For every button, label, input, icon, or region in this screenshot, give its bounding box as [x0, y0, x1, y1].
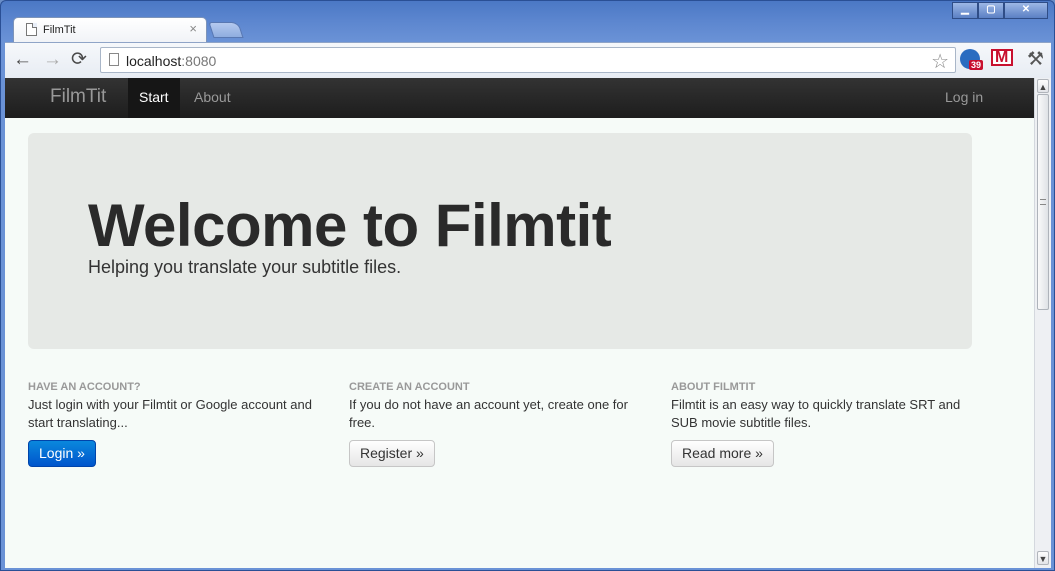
tab-close-icon[interactable]: × — [189, 22, 197, 36]
scroll-down-arrow-icon[interactable]: ▼ — [1037, 551, 1049, 565]
address-bar[interactable]: localhost:8080 ☆ — [100, 47, 956, 73]
maximize-button[interactable]: ▢ — [978, 2, 1004, 19]
url-host: localhost — [126, 53, 182, 69]
site-navbar: FilmTit Start About Log in — [5, 78, 1034, 118]
nav-link-about[interactable]: About — [183, 78, 242, 118]
scrollbar-grip-icon — [1040, 199, 1046, 205]
column-about-filmtit: ABOUT FILMTIT Filmtit is an easy way to … — [671, 381, 971, 467]
url-text[interactable]: localhost:8080 — [126, 53, 216, 69]
page-icon — [109, 53, 119, 66]
browser-window: FilmTit × ▁ ▢ ✕ ← → ⟳ localhost:8080 ☆ 3… — [0, 0, 1055, 571]
scrollbar-thumb[interactable] — [1037, 94, 1049, 310]
forward-arrow-icon[interactable]: → — [43, 50, 62, 70]
gmail-icon[interactable] — [991, 49, 1013, 67]
new-tab-button[interactable] — [208, 22, 244, 38]
bookmark-star-icon[interactable]: ☆ — [931, 49, 949, 74]
url-port: :8080 — [181, 53, 217, 69]
browser-toolbar: ← → ⟳ localhost:8080 ☆ 39 ⚒ — [5, 42, 1051, 78]
page-viewport: FilmTit Start About Log in Welcome to Fi… — [5, 78, 1051, 568]
extension-badge-count: 39 — [969, 60, 984, 70]
column-heading: ABOUT FILMTIT — [671, 381, 756, 393]
column-heading: HAVE AN ACCOUNT? — [28, 381, 141, 393]
login-button[interactable]: Login » — [28, 440, 96, 467]
column-text: Filmtit is an easy way to quickly transl… — [671, 397, 961, 430]
read-more-button[interactable]: Read more » — [671, 440, 774, 467]
hero-unit: Welcome to Filmtit Helping you translate… — [28, 133, 972, 349]
window-controls: ▁ ▢ ✕ — [952, 2, 1048, 19]
back-arrow-icon[interactable]: ← — [13, 50, 32, 70]
reload-icon[interactable]: ⟳ — [71, 50, 87, 70]
column-create-account: CREATE AN ACCOUNT If you do not have an … — [349, 381, 649, 467]
register-button[interactable]: Register » — [349, 440, 435, 467]
page-icon — [26, 23, 37, 36]
column-text: Just login with your Filmtit or Google a… — [28, 397, 312, 430]
column-have-account: HAVE AN ACCOUNT? Just login with your Fi… — [28, 381, 328, 467]
nav-login-link[interactable]: Log in — [934, 78, 994, 118]
hero-title: Welcome to Filmtit — [88, 192, 612, 259]
wrench-icon[interactable]: ⚒ — [1027, 48, 1044, 71]
extension-icon[interactable]: 39 — [960, 49, 984, 70]
tab-title: FilmTit — [43, 24, 76, 36]
column-text: If you do not have an account yet, creat… — [349, 397, 628, 430]
hero-subtitle: Helping you translate your subtitle file… — [88, 257, 402, 277]
vertical-scrollbar[interactable]: ▲ ▼ — [1034, 78, 1051, 568]
site-brand[interactable]: FilmTit — [50, 86, 106, 108]
minimize-button[interactable]: ▁ — [952, 2, 978, 19]
nav-link-start[interactable]: Start — [128, 78, 180, 118]
close-window-button[interactable]: ✕ — [1004, 2, 1048, 19]
column-heading: CREATE AN ACCOUNT — [349, 381, 470, 393]
browser-tab[interactable]: FilmTit × — [13, 17, 207, 42]
scroll-up-arrow-icon[interactable]: ▲ — [1037, 79, 1049, 93]
